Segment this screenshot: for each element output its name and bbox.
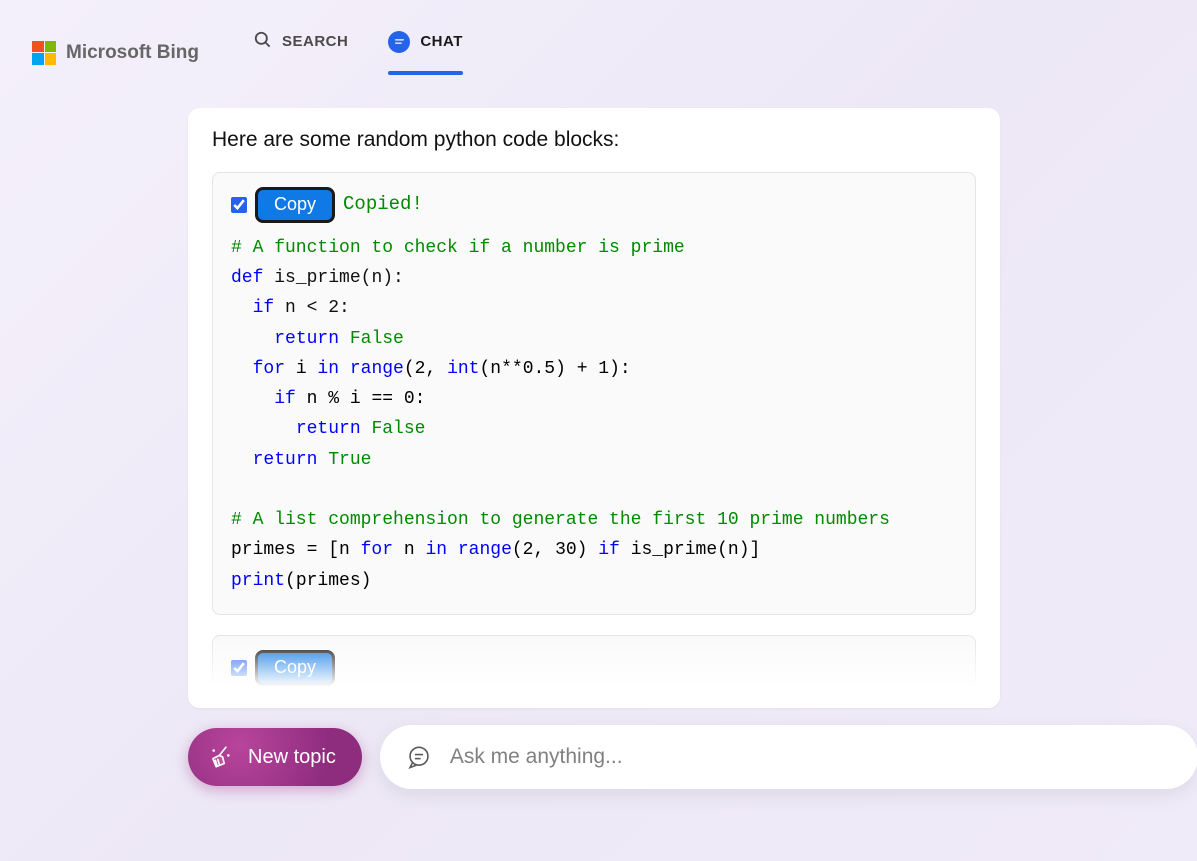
brand-text: Microsoft Bing: [66, 42, 199, 64]
code-content: # A class to represent a point in 2D spa…: [231, 696, 957, 708]
search-icon: [253, 30, 272, 53]
code-checkbox[interactable]: [231, 197, 247, 213]
chat-input-icon: [406, 744, 432, 770]
response-intro: Here are some random python code blocks:: [212, 128, 976, 152]
code-content: # A function to check if a number is pri…: [231, 233, 957, 596]
brand-logo[interactable]: Microsoft Bing: [32, 41, 199, 65]
copy-button[interactable]: Copy: [255, 650, 335, 686]
nav-chat-label: CHAT: [420, 33, 463, 50]
header: Microsoft Bing SEARCH CHAT: [0, 0, 1197, 75]
microsoft-logo-icon: [32, 41, 56, 65]
code-block-2: Copy # A class to represent a point in 2…: [212, 635, 976, 708]
ask-input[interactable]: [450, 745, 1172, 769]
code-header: Copy Copied!: [231, 187, 957, 223]
new-topic-button[interactable]: New topic: [188, 728, 362, 786]
top-nav: SEARCH CHAT: [253, 30, 463, 75]
chat-icon: [388, 31, 410, 53]
ask-box[interactable]: [380, 725, 1197, 789]
bottom-bar: New topic: [188, 725, 1197, 789]
copy-button[interactable]: Copy: [255, 187, 335, 223]
nav-chat[interactable]: CHAT: [388, 31, 463, 75]
copied-status: Copied!: [343, 189, 423, 221]
code-block-1: Copy Copied! # A function to check if a …: [212, 172, 976, 615]
chat-response-card: Here are some random python code blocks:…: [188, 108, 1000, 708]
broom-icon: [208, 744, 234, 770]
nav-search[interactable]: SEARCH: [253, 30, 348, 75]
code-checkbox[interactable]: [231, 660, 247, 676]
code-header: Copy: [231, 650, 957, 686]
new-topic-label: New topic: [248, 746, 336, 769]
nav-search-label: SEARCH: [282, 33, 348, 50]
